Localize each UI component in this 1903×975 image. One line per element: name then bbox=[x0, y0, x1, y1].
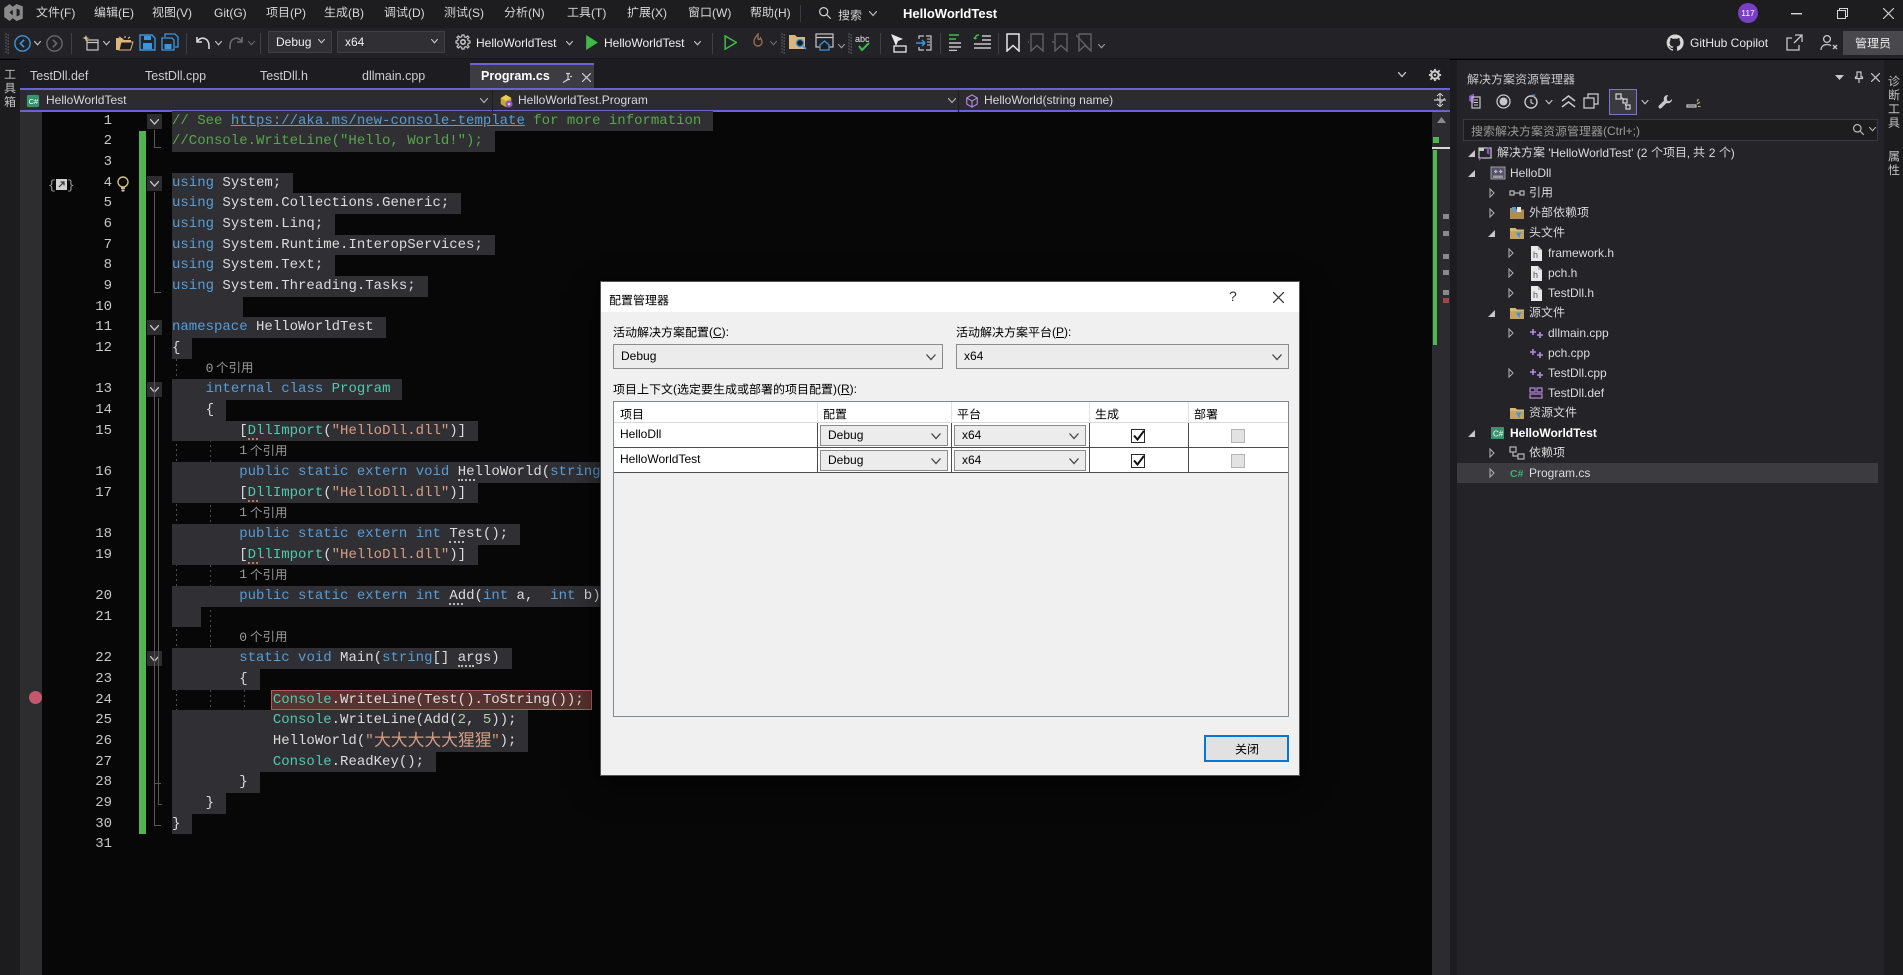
svg-text:h: h bbox=[1533, 250, 1538, 260]
svg-text:h: h bbox=[1533, 290, 1538, 300]
svg-text:abc: abc bbox=[855, 34, 870, 44]
svg-text:C#: C# bbox=[29, 97, 39, 106]
svg-text:h: h bbox=[1533, 270, 1538, 280]
svg-text:C#: C# bbox=[1510, 468, 1524, 480]
svg-text:C#: C# bbox=[1493, 430, 1504, 439]
